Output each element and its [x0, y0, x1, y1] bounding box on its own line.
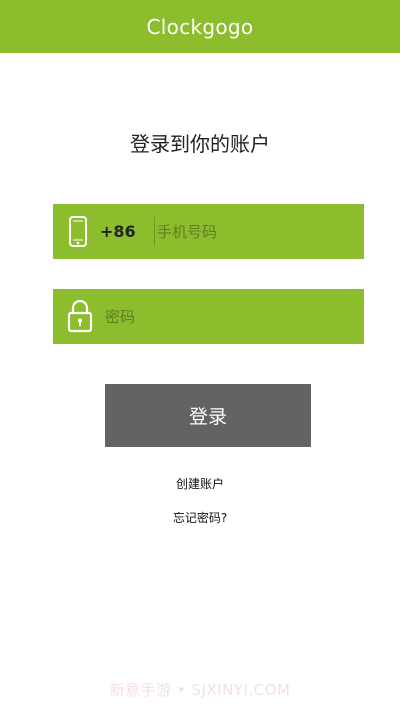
page-title: 登录到你的账户	[130, 132, 270, 156]
phone-field: +86	[53, 204, 364, 259]
login-button[interactable]: 登录	[105, 384, 311, 447]
watermark: 新意手游 • SJXINYI.COM	[109, 681, 291, 699]
password-input[interactable]	[105, 289, 355, 344]
app-title: Clockgogo	[146, 14, 254, 39]
phone-field-divider	[154, 217, 155, 246]
app-header: Clockgogo	[0, 0, 400, 53]
password-field	[53, 289, 364, 344]
lock-icon	[67, 299, 93, 333]
phone-icon	[69, 216, 87, 247]
country-code[interactable]: +86	[100, 204, 136, 259]
forgot-password-link[interactable]: 忘记密码?	[0, 509, 400, 526]
create-account-link[interactable]: 创建账户	[0, 475, 400, 492]
login-screen: Clockgogo 登录到你的账户 +86 登录 创建账户 忘记密码? 新意手游…	[0, 0, 400, 711]
phone-number-input[interactable]	[157, 204, 357, 259]
